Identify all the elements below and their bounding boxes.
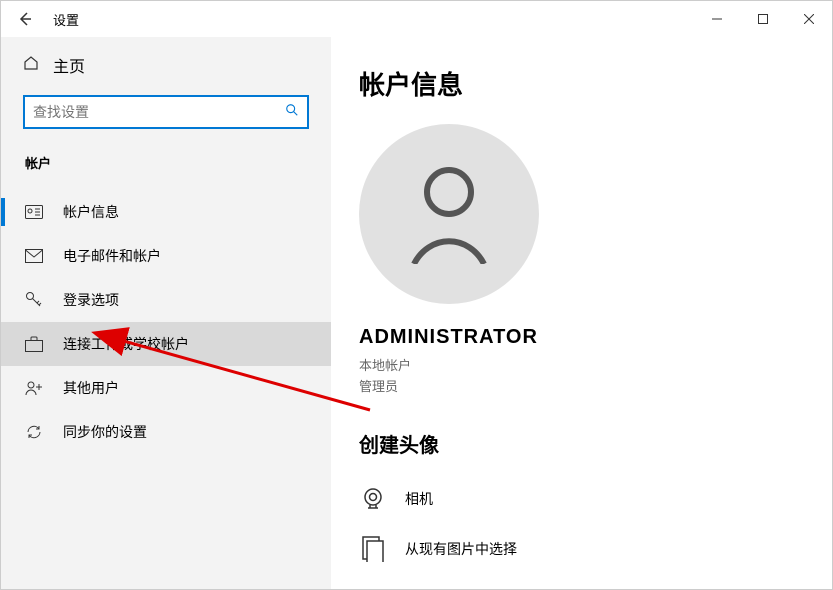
sidebar-item-label: 登录选项: [63, 290, 119, 310]
back-button[interactable]: [13, 7, 37, 31]
sidebar-item-sync-settings[interactable]: 同步你的设置: [1, 410, 331, 454]
search-input-container[interactable]: [23, 95, 309, 129]
sidebar-item-other-users[interactable]: 其他用户: [1, 366, 331, 410]
window-controls: [694, 1, 832, 37]
maximize-button[interactable]: [740, 1, 786, 37]
sidebar-item-label: 其他用户: [63, 378, 119, 398]
account-type: 本地帐户: [359, 355, 832, 374]
sidebar-item-work-school[interactable]: 连接工作或学校帐户: [1, 322, 331, 366]
search-icon: [285, 103, 299, 122]
window-title: 设置: [53, 10, 79, 29]
minimize-icon: [712, 14, 722, 24]
key-icon: [25, 291, 43, 309]
search-input[interactable]: [33, 104, 285, 120]
sync-icon: [25, 423, 43, 441]
browse-option[interactable]: 从现有图片中选择: [359, 528, 832, 578]
content-area: 帐户信息 ADMINISTRATOR 本地帐户 管理员 创建头像 相机 从现有图…: [331, 37, 832, 589]
home-label: 主页: [53, 53, 85, 77]
page-title: 帐户信息: [359, 65, 832, 102]
sidebar-item-label: 连接工作或学校帐户: [63, 334, 189, 354]
role: 管理员: [359, 376, 832, 395]
sidebar-section-label: 帐户: [1, 143, 331, 190]
camera-icon: [359, 486, 387, 512]
browse-label: 从现有图片中选择: [405, 539, 517, 559]
create-avatar-heading: 创建头像: [359, 429, 832, 458]
sidebar-item-label: 同步你的设置: [63, 422, 147, 442]
home-icon: [23, 55, 39, 76]
username: ADMINISTRATOR: [359, 326, 832, 349]
sidebar: 主页 帐户 帐户信息: [1, 37, 331, 589]
camera-option[interactable]: 相机: [359, 478, 832, 528]
maximize-icon: [758, 14, 768, 24]
person-icon: [404, 164, 494, 264]
sidebar-item-label: 电子邮件和帐户: [63, 246, 161, 266]
sidebar-item-label: 帐户信息: [63, 202, 119, 222]
minimize-button[interactable]: [694, 1, 740, 37]
arrow-left-icon: [17, 11, 33, 27]
sidebar-item-signin-options[interactable]: 登录选项: [1, 278, 331, 322]
sidebar-item-account-info[interactable]: 帐户信息: [1, 190, 331, 234]
briefcase-icon: [25, 336, 43, 352]
home-link[interactable]: 主页: [1, 43, 331, 87]
titlebar: 设置: [1, 1, 832, 37]
camera-label: 相机: [405, 489, 433, 509]
close-button[interactable]: [786, 1, 832, 37]
account-card-icon: [25, 205, 43, 219]
sidebar-item-email-accounts[interactable]: 电子邮件和帐户: [1, 234, 331, 278]
browse-icon: [359, 536, 387, 562]
mail-icon: [25, 249, 43, 263]
close-icon: [804, 14, 814, 24]
avatar: [359, 124, 539, 304]
people-icon: [25, 380, 43, 396]
